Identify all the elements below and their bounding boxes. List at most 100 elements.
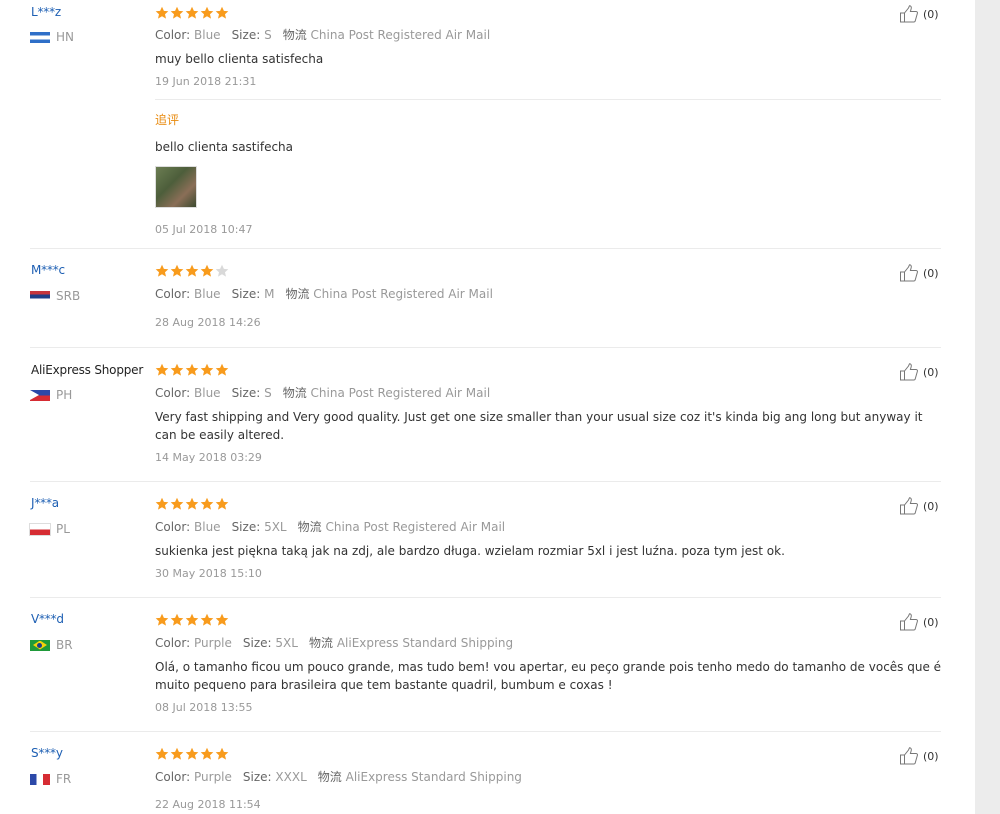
review-text: Olá, o tamanho ficou um pouco grande, ma… (155, 660, 942, 692)
star-icon (200, 612, 214, 631)
additional-review-text: bello clienta sastifecha (155, 140, 294, 154)
order-attributes: Color: Blue Size: S 物流 China Post Register… (155, 386, 491, 400)
review-text: Very fast shipping and Very good quality… (155, 410, 923, 442)
flag-pl-icon (29, 522, 51, 536)
user-name-link[interactable]: J***a (31, 496, 59, 510)
country-code: HN (56, 30, 74, 44)
flag-hn-icon (30, 31, 50, 43)
user-country: PL (29, 522, 70, 536)
star-icon (185, 496, 199, 515)
review-date: 28 Aug 2018 14:26 (155, 316, 261, 329)
star-icon (155, 5, 169, 24)
additional-review-date: 05 Jul 2018 10:47 (155, 223, 253, 236)
user-name-link[interactable]: V***d (31, 612, 64, 626)
divider (30, 248, 941, 249)
helpful-button[interactable]: (0) (899, 5, 939, 23)
user-country: FR (30, 772, 71, 786)
thumbs-up-icon (899, 363, 921, 381)
divider (30, 731, 941, 732)
helpful-count: (0) (923, 7, 939, 21)
star-icon (200, 362, 214, 381)
helpful-button[interactable]: (0) (899, 264, 939, 282)
star-icon (170, 496, 184, 515)
star-icon (170, 746, 184, 765)
divider (30, 347, 941, 348)
user-country: HN (30, 30, 74, 44)
user-country: BR (30, 638, 73, 652)
helpful-count: (0) (923, 266, 939, 280)
star-icon (170, 263, 184, 282)
star-icon (185, 5, 199, 24)
helpful-button[interactable]: (0) (899, 363, 939, 381)
star-icon (215, 362, 229, 381)
thumbs-up-icon (899, 497, 921, 515)
star-icon (200, 496, 214, 515)
star-icon (170, 612, 184, 631)
star-rating (155, 746, 229, 765)
additional-feedback-tag: 追评 (155, 113, 180, 127)
star-icon (185, 263, 199, 282)
star-icon (215, 496, 229, 515)
order-attributes: Color: Blue Size: M 物流 China Post Register… (155, 287, 493, 301)
star-icon (215, 746, 229, 765)
star-rating (155, 263, 229, 282)
review-date: 22 Aug 2018 11:54 (155, 798, 261, 811)
star-icon (215, 612, 229, 631)
helpful-count: (0) (923, 499, 939, 513)
helpful-button[interactable]: (0) (899, 497, 939, 515)
star-rating (155, 496, 229, 515)
review-date: 19 Jun 2018 21:31 (155, 75, 257, 88)
user-name-link[interactable]: L***z (31, 5, 61, 19)
country-code: PH (56, 388, 73, 402)
country-code: PL (56, 522, 70, 536)
order-attributes: Color: Blue Size: 5XL 物流 China Post Regist… (155, 520, 506, 534)
star-rating (155, 612, 229, 631)
star-icon (155, 362, 169, 381)
flag-rs-icon (30, 290, 50, 302)
star-rating (155, 5, 229, 24)
flag-fr-icon (30, 773, 50, 785)
thumbs-up-icon (899, 747, 921, 765)
star-icon (170, 362, 184, 381)
flag-br-icon (30, 639, 50, 651)
helpful-count: (0) (923, 615, 939, 629)
thumbs-up-icon (899, 264, 921, 282)
star-icon (155, 612, 169, 631)
star-icon (170, 5, 184, 24)
star-icon (185, 362, 199, 381)
user-name-link[interactable]: S***y (31, 746, 63, 760)
helpful-button[interactable]: (0) (899, 613, 939, 631)
star-rating (155, 362, 229, 381)
star-icon (185, 612, 199, 631)
star-icon (200, 746, 214, 765)
thumbs-up-icon (899, 613, 921, 631)
review-date: 14 May 2018 03:29 (155, 451, 262, 464)
divider (155, 99, 941, 100)
divider (30, 597, 941, 598)
user-country: PH (30, 388, 72, 402)
user-name-link[interactable]: M***c (31, 263, 65, 277)
review-text: sukienka jest piękna taką jak na zdj, al… (155, 544, 785, 558)
review-text: muy bello clienta satisfecha (155, 52, 324, 66)
star-icon (200, 5, 214, 24)
country-code: FR (56, 772, 72, 786)
flag-ph-icon (30, 389, 50, 401)
user-name: AliExpress Shopper (31, 363, 144, 377)
star-icon (155, 263, 169, 282)
divider (30, 481, 941, 482)
thumbs-up-icon (899, 5, 921, 23)
scrollbar-track[interactable] (975, 0, 1000, 814)
order-attributes: Color: Blue Size: S 物流 China Post Register… (155, 28, 491, 42)
order-attributes: Color: Purple Size: 5XL 物流 AliExpress Stan… (155, 636, 514, 650)
star-icon (215, 5, 229, 24)
review-date: 30 May 2018 15:10 (155, 567, 262, 580)
country-code: SRB (56, 289, 81, 303)
star-icon (155, 496, 169, 515)
order-attributes: Color: Purple Size: XXXL 物流 AliExpress Sta… (155, 770, 522, 784)
country-code: BR (56, 638, 73, 652)
review-photo-thumbnail[interactable] (155, 166, 197, 208)
star-icon (215, 263, 229, 282)
user-country: SRB (30, 289, 80, 303)
helpful-count: (0) (923, 749, 939, 763)
helpful-button[interactable]: (0) (899, 747, 939, 765)
